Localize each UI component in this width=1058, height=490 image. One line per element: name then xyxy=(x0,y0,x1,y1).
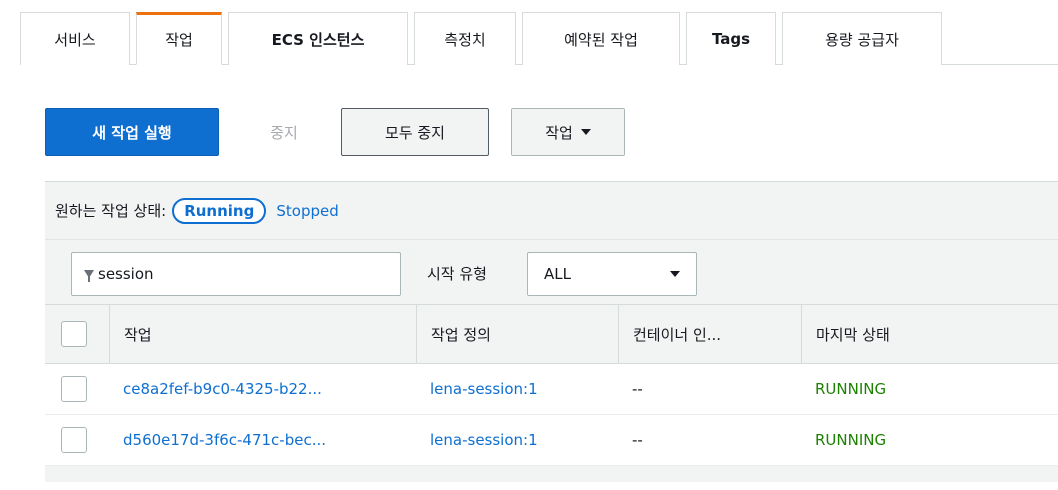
caret-down-icon xyxy=(670,271,680,277)
task-id-cell: ce8a2fef-b9c0-4325-b22... xyxy=(109,364,416,414)
tab-ecs-instances[interactable]: ECS 인스턴스 xyxy=(228,12,408,65)
task-id-link[interactable]: ce8a2fef-b9c0-4325-b22... xyxy=(123,380,322,398)
run-new-task-button[interactable]: 새 작업 실행 xyxy=(45,108,219,156)
status-running-pill[interactable]: Running xyxy=(172,197,267,224)
desired-status-label: 원하는 작업 상태: xyxy=(55,202,167,220)
caret-down-icon xyxy=(580,129,591,135)
tab-bar: 서비스 작업 ECS 인스턴스 측정치 예약된 작업 Tags 용량 공급자 xyxy=(20,12,1058,65)
stop-all-button[interactable]: 모두 중지 xyxy=(341,108,489,156)
task-id-cell: d560e17d-3f6c-471c-bec... xyxy=(109,415,416,465)
tab-metrics[interactable]: 측정치 xyxy=(414,12,516,65)
table-body: ce8a2fef-b9c0-4325-b22... lena-session:1… xyxy=(45,364,1058,466)
task-definition-cell: lena-session:1 xyxy=(416,415,618,465)
row-select-cell xyxy=(45,364,109,414)
container-instance-cell: -- xyxy=(632,431,643,449)
table-header: 작업 작업 정의 컨테이너 인... 마지막 상태 xyxy=(45,304,1058,364)
desired-status-filter: 원하는 작업 상태: Running Stopped xyxy=(45,182,1058,239)
search-value: session xyxy=(98,265,154,283)
tasks-panel: 원하는 작업 상태: Running Stopped session 시작 유형… xyxy=(45,181,1058,482)
task-definition-link[interactable]: lena-session:1 xyxy=(430,431,538,449)
row-checkbox[interactable] xyxy=(61,427,87,453)
column-header-task[interactable]: 작업 xyxy=(109,305,416,363)
launch-type-value: ALL xyxy=(544,265,571,283)
row-select-cell xyxy=(45,415,109,465)
filter-row: session 시작 유형 ALL xyxy=(45,239,1058,304)
task-definition-link[interactable]: lena-session:1 xyxy=(430,380,538,398)
row-checkbox[interactable] xyxy=(61,376,87,402)
container-instance-cell: -- xyxy=(632,380,643,398)
last-status-cell: RUNNING xyxy=(815,431,887,449)
table-row: d560e17d-3f6c-471c-bec... lena-session:1… xyxy=(45,415,1058,466)
tab-tags[interactable]: Tags xyxy=(686,12,776,65)
column-header-last-status[interactable]: 마지막 상태 xyxy=(801,305,1058,363)
tab-services[interactable]: 서비스 xyxy=(20,12,130,65)
task-definition-cell: lena-session:1 xyxy=(416,364,618,414)
tab-capacity-providers[interactable]: 용량 공급자 xyxy=(782,12,942,65)
stop-button[interactable]: 중지 xyxy=(241,108,327,156)
launch-type-label: 시작 유형 xyxy=(427,265,487,283)
filter-icon xyxy=(84,270,94,282)
last-status-cell: RUNNING xyxy=(815,380,887,398)
actions-label: 작업 xyxy=(545,123,573,142)
task-id-link[interactable]: d560e17d-3f6c-471c-bec... xyxy=(123,431,326,449)
status-stopped-link[interactable]: Stopped xyxy=(276,202,338,220)
tab-scheduled-tasks[interactable]: 예약된 작업 xyxy=(522,12,680,65)
launch-type-select[interactable]: ALL xyxy=(527,252,697,296)
select-all-checkbox[interactable] xyxy=(61,321,87,347)
toolbar: 새 작업 실행 중지 모두 중지 작업 xyxy=(45,108,647,156)
search-input[interactable]: session xyxy=(71,252,401,296)
table-row: ce8a2fef-b9c0-4325-b22... lena-session:1… xyxy=(45,364,1058,415)
select-all-cell xyxy=(45,305,109,363)
actions-dropdown-button[interactable]: 작업 xyxy=(511,108,625,156)
column-header-container-instance[interactable]: 컨테이너 인... xyxy=(618,305,801,363)
column-header-task-definition[interactable]: 작업 정의 xyxy=(416,305,618,363)
tab-tasks[interactable]: 작업 xyxy=(136,12,222,65)
